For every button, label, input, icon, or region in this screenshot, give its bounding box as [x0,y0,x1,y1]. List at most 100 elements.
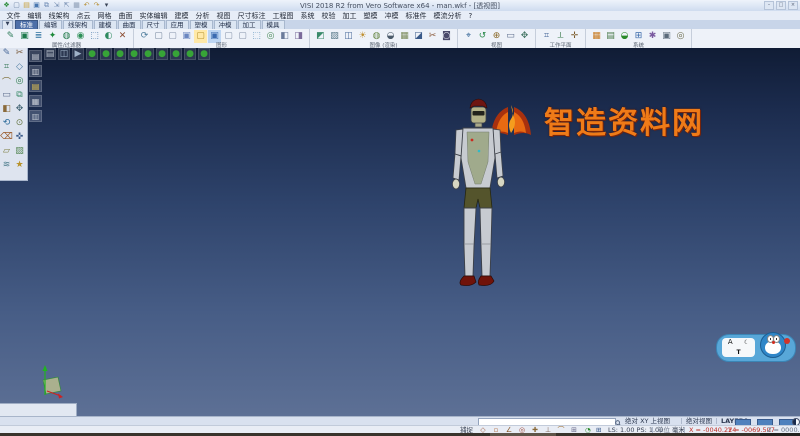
toolbar-dropdown-icon[interactable]: ▼ [2,19,13,30]
layer-panel-icon[interactable]: ▤ [29,50,42,62]
point-tool-icon[interactable]: ⌗ [1,61,13,73]
tab-application[interactable]: 应用 [165,19,189,30]
trim-tool-icon[interactable]: ⌫ [0,131,13,143]
widget-card[interactable]: A ☾ T [722,338,755,357]
shaded-display-icon[interactable]: ▣ [180,30,193,43]
color-filter-icon[interactable]: ▣ [18,30,31,43]
macro-icon[interactable]: ▣ [660,30,673,43]
display-mode-icon[interactable]: ▤ [44,48,56,60]
arc-tool-icon[interactable]: ⌒ [1,75,13,88]
close-button[interactable]: × [788,1,798,10]
tools-icon[interactable]: ✱ [646,30,659,43]
measure-tool-icon[interactable]: ≋ [1,159,13,171]
line-tool-icon[interactable]: ◇ [14,61,26,73]
tab-machining[interactable]: 加工 [237,19,261,30]
database-icon[interactable]: ◒ [618,30,631,43]
menu-item-14[interactable]: 校验 [318,11,339,21]
menu-item-13[interactable]: 系统 [297,11,318,21]
calculator-icon[interactable]: ▤ [604,30,617,43]
menu-item-17[interactable]: 冲模 [381,11,402,21]
wireframe-display-icon[interactable]: ▢ [152,30,165,43]
tab-mould[interactable]: 塑模 [189,19,213,30]
menu-item-16[interactable]: 塑模 [360,11,381,21]
section-view-icon[interactable]: ✂ [426,30,439,43]
visibility-icon[interactable]: ◉ [74,30,87,43]
view-front-icon[interactable]: ● [114,48,126,60]
tab-tooling[interactable]: 模具 [261,19,285,30]
tab-wireframe[interactable]: 线架构 [63,19,93,30]
center-view-icon[interactable]: ⊕ [490,30,503,43]
delete-tool-icon[interactable]: ✂ [14,48,26,59]
star-tool-icon[interactable]: ★ [14,159,26,171]
palette-icon[interactable]: ▦ [590,30,603,43]
tab-modeling[interactable]: 建模 [93,19,117,30]
tab-surface[interactable]: 曲面 [117,19,141,30]
view-dynamic-icon[interactable]: ● [198,48,210,60]
clear-filter-icon[interactable]: ✕ [116,30,129,43]
refresh-view-icon[interactable]: ◨ [292,30,305,43]
workplane-xy-icon[interactable]: ⌗ [540,30,553,43]
hatch-tool-icon[interactable]: ▨ [14,145,26,157]
dynamic-rotate-icon[interactable]: ◎ [264,30,277,43]
rectangle-tool-icon[interactable]: ▭ [1,89,13,101]
measure-icon[interactable]: ⌖ [462,30,475,43]
menu-item-20[interactable]: ? [465,12,476,20]
view-bottom-icon[interactable]: ● [170,48,182,60]
invert-selection-icon[interactable]: ◐ [102,30,115,43]
menu-item-15[interactable]: 加工 [339,11,360,21]
help-icon[interactable]: ◎ [674,30,687,43]
mirror-tool-icon[interactable]: ◧ [1,103,13,115]
shirt-icon[interactable]: T [736,349,740,356]
workplane-panel-icon[interactable]: ▦ [29,95,42,107]
mask-icon[interactable]: ◍ [60,30,73,43]
attributes-icon[interactable]: ✎ [4,30,17,43]
grid-settings-icon[interactable]: ⊞ [632,30,645,43]
workplane-align-icon[interactable]: ⟂ [554,30,567,43]
menu-item-19[interactable]: 模流分析 [430,11,465,21]
tab-standard[interactable]: 标准 [15,19,38,30]
minimize-button[interactable]: – [764,1,774,10]
widget-letter[interactable]: A [728,339,733,346]
previous-view-icon[interactable]: ◧ [278,30,291,43]
layer-filter-icon[interactable]: ≣ [32,30,45,43]
move-tool-icon[interactable]: ✥ [14,103,26,115]
redraw-icon[interactable]: ⟳ [138,30,151,43]
view-axono-icon[interactable]: ● [184,48,196,60]
wireframe-panel-icon[interactable]: ▤ [29,80,42,92]
input-method-widget[interactable]: A ☾ T [716,330,798,364]
view-iso-icon[interactable]: ● [86,48,98,60]
element-filter-icon[interactable]: ✦ [46,30,59,43]
light-icon[interactable]: ☀ [356,30,369,43]
material-icon[interactable]: ◍ [370,30,383,43]
zoom-window-icon[interactable]: ▢ [194,30,207,43]
selection-box-icon[interactable]: ⬚ [88,30,101,43]
bodies-panel-icon[interactable]: ▥ [29,65,42,77]
shading-icon[interactable]: ◫ [58,48,70,60]
pan-icon[interactable]: ⬚ [250,30,263,43]
menu-item-18[interactable]: 标准件 [402,11,430,21]
background-icon[interactable]: ◪ [412,30,425,43]
tab-die[interactable]: 冲模 [213,19,237,30]
maximize-button[interactable]: □ [776,1,786,10]
view-left-icon[interactable]: ● [142,48,154,60]
scale-tool-icon[interactable]: ⊙ [14,117,26,129]
viewport-icon[interactable]: ▭ [504,30,517,43]
shadow-icon[interactable]: ◒ [384,30,397,43]
circle-tool-icon[interactable]: ◎ [14,75,26,87]
select-tool-icon[interactable]: ✎ [1,48,13,59]
view-right-icon[interactable]: ● [128,48,140,60]
text-tool-icon[interactable]: ▱ [1,145,13,157]
render-wireframe-icon[interactable]: ▨ [328,30,341,43]
workplane-origin-icon[interactable]: ✛ [568,30,581,43]
texture-icon[interactable]: ▦ [398,30,411,43]
zoom-all-icon[interactable]: ▣ [208,30,221,43]
moon-icon[interactable]: ☾ [744,339,749,346]
hidden-line-icon[interactable]: ▢ [166,30,179,43]
view-top-icon[interactable]: ● [100,48,112,60]
offset-tool-icon[interactable]: ⧉ [14,89,26,101]
rotate-view-icon[interactable]: ↺ [476,30,489,43]
play-icon[interactable]: ▶ [72,48,84,60]
tab-edit[interactable]: 编辑 [39,19,62,30]
tab-dimension[interactable]: 尺寸 [141,19,165,30]
ucs-panel-icon[interactable]: ▥ [29,110,42,122]
